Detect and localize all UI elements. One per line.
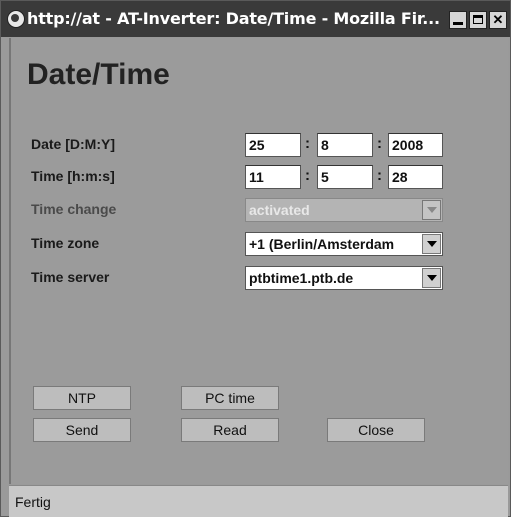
browser-icon (7, 10, 25, 28)
read-button[interactable]: Read (181, 418, 279, 442)
time-zone-select[interactable]: +1 (Berlin/Amsterdam (245, 232, 443, 256)
date-label: Date [D:M:Y] (31, 136, 115, 152)
time-server-row: Time server ptbtime1.ptb.de (31, 266, 511, 290)
minute-input[interactable] (317, 165, 373, 189)
maximize-button[interactable] (469, 11, 487, 29)
time-separator: : (377, 167, 382, 184)
status-text: Fertig (15, 494, 51, 510)
time-server-label: Time server (31, 269, 110, 285)
time-zone-label: Time zone (31, 235, 100, 251)
minimize-button[interactable] (449, 11, 467, 29)
date-separator: : (377, 135, 382, 152)
chevron-down-icon[interactable] (422, 234, 441, 254)
time-change-label: Time change (31, 201, 117, 217)
time-row: Time [h:m:s] : : (31, 165, 511, 189)
minimize-icon (453, 22, 463, 25)
month-input[interactable] (317, 133, 373, 157)
day-input[interactable] (245, 133, 301, 157)
chevron-down-icon[interactable] (422, 268, 441, 288)
page-content: Date/Time Date [D:M:Y] : : Time [h:m:s] … (9, 38, 508, 484)
time-change-value: activated (249, 202, 310, 218)
page-title: Date/Time (27, 58, 170, 91)
date-separator: : (305, 135, 310, 152)
hour-input[interactable] (245, 165, 301, 189)
time-change-select: activated (245, 198, 443, 222)
title-bar[interactable]: http://at - AT-Inverter: Date/Time - Moz… (1, 1, 510, 37)
maximize-icon (473, 15, 483, 24)
status-bar: Fertig (9, 485, 508, 517)
browser-window: http://at - AT-Inverter: Date/Time - Moz… (0, 0, 511, 517)
close-window-button[interactable]: ✕ (489, 11, 507, 29)
time-zone-value: +1 (Berlin/Amsterdam (249, 236, 395, 252)
time-change-row: Time change activated (31, 198, 511, 222)
ntp-button[interactable]: NTP (33, 386, 131, 410)
pc-time-button[interactable]: PC time (181, 386, 279, 410)
window-title: http://at - AT-Inverter: Date/Time - Moz… (27, 9, 440, 28)
year-input[interactable] (388, 133, 443, 157)
time-server-value: ptbtime1.ptb.de (249, 270, 354, 286)
time-label: Time [h:m:s] (31, 168, 115, 184)
time-separator: : (305, 167, 310, 184)
close-button[interactable]: Close (327, 418, 425, 442)
chevron-down-icon (422, 200, 441, 220)
second-input[interactable] (388, 165, 443, 189)
time-server-select[interactable]: ptbtime1.ptb.de (245, 266, 443, 290)
date-row: Date [D:M:Y] : : (31, 133, 511, 157)
send-button[interactable]: Send (33, 418, 131, 442)
time-zone-row: Time zone +1 (Berlin/Amsterdam (31, 232, 511, 256)
